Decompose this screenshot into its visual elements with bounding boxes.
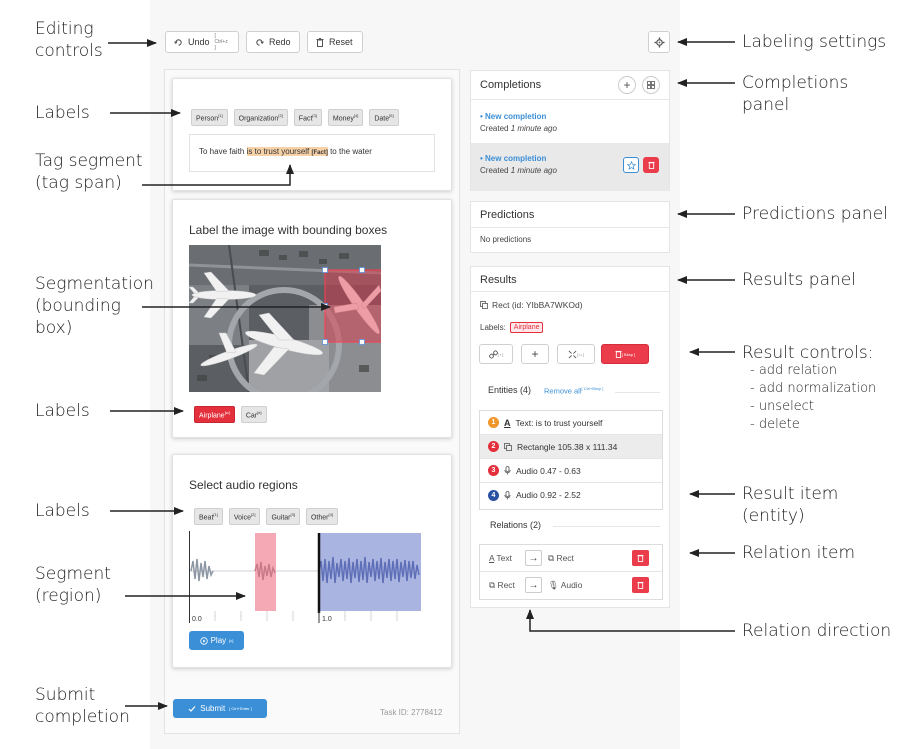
annotation-result-controls-list: - add relation - add normalization - uns… xyxy=(750,363,877,432)
annotation-labeling-settings: Labeling settings xyxy=(742,32,887,52)
annotation-tag-segment: Tag segment (tag span) xyxy=(35,151,143,193)
annotation-labels-image: Labels xyxy=(35,401,90,421)
annotation-results-panel: Results panel xyxy=(742,270,856,290)
annotation-relation-direction: Relation direction xyxy=(742,621,892,641)
annotation-labels-audio: Labels xyxy=(35,501,90,521)
annotation-editing-controls: Editing controls xyxy=(35,19,103,61)
annotation-result-controls: Result controls: xyxy=(742,343,874,363)
annotation-relation-item: Relation item xyxy=(742,543,856,563)
annotation-labels-text: Labels xyxy=(35,103,90,123)
annotation-completions-panel: Completions panel xyxy=(742,73,849,115)
annotation-predictions-panel: Predictions panel xyxy=(742,204,888,224)
annotation-submit-completion: Submit completion xyxy=(35,685,130,727)
annotation-segmentation: Segmentation (bounding box) xyxy=(35,274,154,338)
annotation-result-item: Result item (entity) xyxy=(742,484,839,526)
annotation-segment-region: Segment (region) xyxy=(35,564,111,606)
